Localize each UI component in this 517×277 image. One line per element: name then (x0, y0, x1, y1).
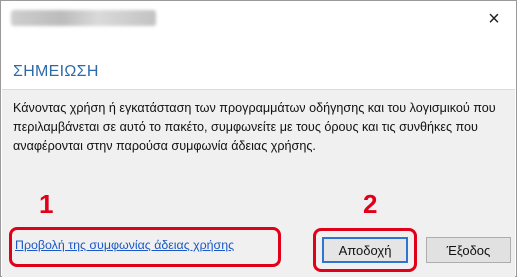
step-number-2: 2 (363, 189, 378, 219)
exit-button[interactable]: Έξοδος (426, 237, 511, 263)
license-dialog: × ΣΗΜΕΙΩΣΗ Κάνοντας χρήση ή εγκατάσταση … (0, 0, 517, 277)
license-message: Κάνοντας χρήση ή εγκατάσταση των προγραμ… (13, 101, 496, 153)
view-license-link[interactable]: Προβολή της συμφωνίας άδειας χρήσης (15, 238, 234, 252)
accept-button[interactable]: Αποδοχή (322, 237, 408, 263)
page-title: ΣΗΜΕΙΩΣΗ (13, 63, 99, 80)
window-title (1, 1, 2, 2)
blurred-window-title (11, 10, 156, 26)
title-bar: × (1, 1, 516, 39)
step-number-1: 1 (39, 189, 54, 219)
close-icon[interactable]: × (482, 7, 506, 31)
